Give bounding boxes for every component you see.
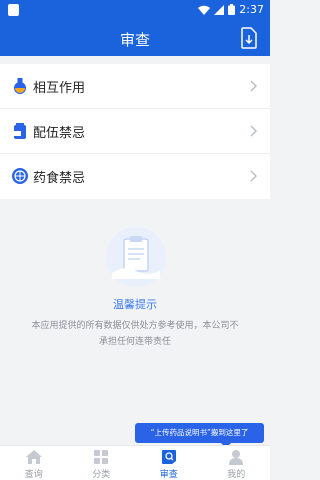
menu-item-interaction[interactable]: 相互作用 (0, 64, 270, 109)
notice-description: 本应用提供的所有数据仅供处方参考使用，本公司不承担任何连带责任 (31, 321, 239, 347)
tab-query[interactable]: 查询 (0, 446, 68, 480)
review-menu-list: 相互作用 配伍禁忌 药食禁忌 (0, 64, 270, 199)
download-icon[interactable] (240, 27, 258, 49)
status-icons: 2:37 (198, 3, 264, 16)
notice-title: 温馨提示 (113, 298, 157, 311)
bottom-tab-bar: 查询 分类 审查 我的 (0, 445, 270, 480)
tab-label: 我的 (227, 470, 246, 480)
app-notification-icon (8, 4, 19, 16)
tab-review[interactable]: 审查 (135, 446, 203, 480)
review-icon (161, 450, 176, 464)
chevron-right-icon (250, 80, 257, 92)
upload-tip-tooltip: “上传药品说明书”搬到这里了 (135, 423, 264, 448)
tab-mine[interactable]: 我的 (203, 446, 271, 480)
menu-item-food-contraindication[interactable]: 药食禁忌 (0, 154, 270, 199)
clock: 2:37 (239, 3, 264, 16)
app-header: 审查 (0, 20, 270, 56)
menu-item-label: 药食禁忌 (33, 171, 86, 186)
signal-icon (214, 4, 225, 15)
menu-item-label: 相互作用 (33, 81, 86, 96)
tab-label: 分类 (92, 470, 111, 480)
tab-label: 查询 (24, 470, 43, 480)
home-icon (25, 450, 42, 464)
food-icon (12, 168, 28, 184)
status-bar: 2:37 (0, 0, 270, 20)
tab-category[interactable]: 分类 (68, 446, 136, 480)
battery-icon (228, 4, 236, 15)
chevron-right-icon (250, 125, 257, 137)
page-title: 审查 (119, 31, 150, 49)
tab-label: 审查 (159, 470, 178, 480)
grid-icon (94, 450, 109, 464)
flask-icon (14, 78, 26, 94)
wifi-icon (198, 5, 211, 15)
menu-item-label: 配伍禁忌 (33, 126, 86, 141)
menu-item-incompatibility[interactable]: 配伍禁忌 (0, 109, 270, 154)
user-icon (229, 450, 244, 465)
bottle-icon (14, 123, 26, 139)
chevron-right-icon (250, 170, 257, 182)
clipboard-illustration (106, 227, 166, 287)
